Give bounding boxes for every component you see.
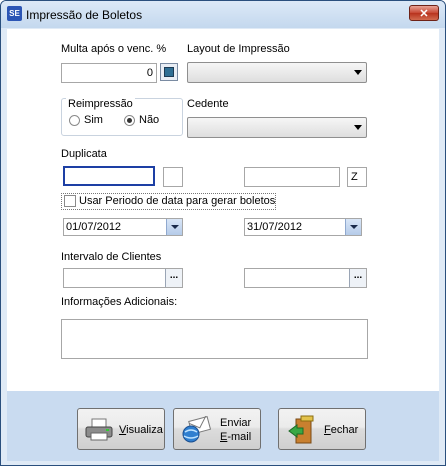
data-inicio-value: 01/07/2012 bbox=[66, 221, 122, 233]
enviar-label-line2: E-mail bbox=[220, 431, 252, 443]
duplicata-inicio-suffix[interactable] bbox=[163, 167, 183, 187]
layout-label: Layout de Impressão bbox=[187, 43, 290, 55]
informacoes-label: Informações Adicionais: bbox=[61, 296, 178, 308]
radio-nao[interactable] bbox=[124, 115, 135, 126]
duplicata-fim-input[interactable] bbox=[244, 167, 340, 187]
data-fim-value: 31/07/2012 bbox=[247, 221, 303, 233]
dialog-window: SE Impressão de Boletos ✕ Multa após o v… bbox=[0, 0, 446, 466]
multa-label: Multa após o venc. % bbox=[61, 43, 167, 55]
app-icon: SE bbox=[7, 6, 22, 21]
enviar-label-line1: Enviar bbox=[220, 417, 252, 429]
close-button[interactable]: ✕ bbox=[409, 5, 439, 21]
window-title: Impressão de Boletos bbox=[26, 8, 143, 22]
duplicata-inicio-input[interactable] bbox=[63, 166, 155, 186]
printer-icon bbox=[85, 418, 113, 441]
clientes-label: Intervalo de Clientes bbox=[61, 251, 162, 263]
reimpressao-legend: Reimpressão bbox=[66, 98, 135, 110]
fechar-label: Fechar bbox=[324, 424, 359, 436]
cliente-fim-search-button[interactable]: ... bbox=[349, 269, 366, 287]
cliente-inicio-input[interactable]: ... bbox=[63, 268, 183, 288]
cliente-fim-input[interactable]: ... bbox=[244, 268, 367, 288]
cedente-select[interactable] bbox=[187, 117, 367, 138]
multa-input[interactable]: 0 bbox=[61, 63, 157, 83]
informacoes-textarea[interactable] bbox=[61, 319, 368, 359]
visualiza-label: Visualiza bbox=[119, 424, 163, 436]
calendar-dropdown-icon[interactable] bbox=[345, 219, 361, 235]
fechar-button[interactable]: Fechar bbox=[278, 408, 366, 450]
chevron-down-icon bbox=[354, 70, 362, 75]
calculator-icon[interactable] bbox=[160, 63, 178, 81]
radio-nao-label[interactable]: Não bbox=[139, 114, 159, 126]
calendar-dropdown-icon[interactable] bbox=[166, 219, 182, 235]
duplicata-fim-suffix[interactable]: Z bbox=[347, 167, 367, 187]
duplicata-label: Duplicata bbox=[61, 148, 107, 160]
enviar-email-button[interactable]: Enviar E-mail bbox=[173, 408, 261, 450]
email-icon bbox=[182, 416, 212, 443]
chevron-down-icon bbox=[354, 125, 362, 130]
cliente-inicio-search-button[interactable]: ... bbox=[165, 269, 182, 287]
radio-sim-label[interactable]: Sim bbox=[84, 114, 103, 126]
layout-select[interactable] bbox=[187, 62, 367, 83]
data-fim-picker[interactable]: 31/07/2012 bbox=[244, 218, 362, 236]
data-inicio-picker[interactable]: 01/07/2012 bbox=[63, 218, 183, 236]
title-bar[interactable]: SE Impressão de Boletos ✕ bbox=[1, 1, 445, 28]
radio-sim[interactable] bbox=[69, 115, 80, 126]
usar-periodo-checkbox[interactable] bbox=[64, 195, 76, 207]
exit-door-icon bbox=[288, 415, 314, 444]
cedente-label: Cedente bbox=[187, 98, 229, 110]
visualiza-button[interactable]: Visualiza bbox=[77, 408, 165, 450]
usar-periodo-label[interactable]: Usar Periodo de data para gerar boletos bbox=[79, 195, 275, 207]
